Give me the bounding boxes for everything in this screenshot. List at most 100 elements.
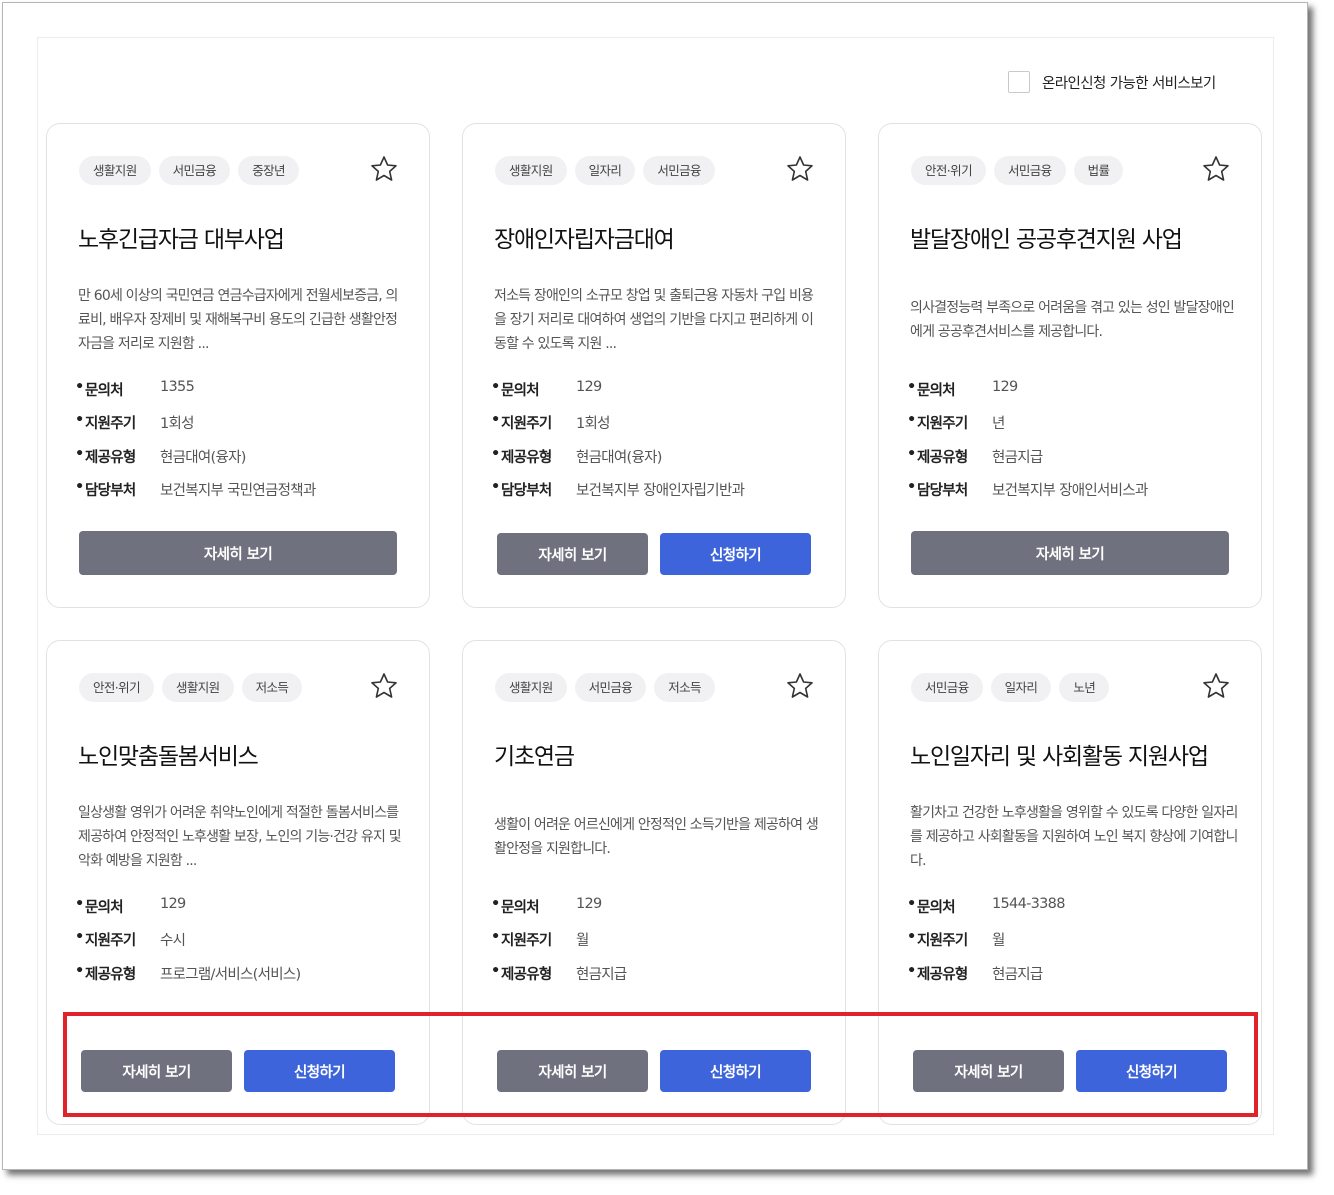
info-row-contact: • 문의처 1355	[75, 379, 195, 399]
service-description: 저소득 장애인의 소규모 창업 및 출퇴근용 자동차 구입 비용을 장기 저리로…	[494, 288, 814, 352]
service-title[interactable]: 노인맞춤돌봄서비스	[78, 737, 259, 771]
category-tag: 생활지원	[495, 673, 567, 702]
service-title[interactable]: 기초연금	[494, 737, 575, 771]
info-label: 제공유형	[501, 966, 552, 983]
online-only-label: 온라인신청 가능한 서비스보기	[1042, 75, 1216, 92]
category-tag: 중장년	[238, 156, 299, 185]
info-row-type: • 제공유형 현금대여(융자)	[491, 445, 662, 466]
info-label: 문의처	[917, 900, 956, 916]
info-row-contact: • 문의처 129	[907, 379, 1018, 399]
info-value: 보건복지부 장애인서비스과	[992, 482, 1148, 499]
info-row-cycle: • 지원주기 1회성	[75, 412, 195, 433]
info-label: 지원주기	[501, 416, 552, 433]
info-label: 지원주기	[917, 416, 968, 433]
info-value: 수시	[160, 933, 186, 950]
service-title[interactable]: 노인일자리 및 사회활동 지원사업	[910, 737, 1209, 771]
category-tag: 저소득	[241, 673, 303, 702]
detail-button[interactable]: 자세히 보기	[913, 1050, 1064, 1092]
apply-button[interactable]: 신청하기	[660, 1050, 811, 1092]
online-filter[interactable]: 온라인신청 가능한 서비스보기	[1008, 71, 1216, 93]
star-icon[interactable]	[1201, 671, 1231, 701]
service-description: 일상생활 영위가 어려운 취약노인에게 적절한 돌봄서비스를 제공하여 안정적인…	[78, 805, 402, 869]
service-title[interactable]: 노후긴급자금 대부사업	[78, 220, 285, 254]
info-row-contact: • 문의처 1544-3388	[907, 896, 1065, 916]
info-label: 제공유형	[85, 449, 136, 466]
category-tag: 서민금융	[993, 156, 1066, 185]
service-card: 생활지원 서민금융 중장년 노후긴급자금 대부사업 만 60세 이상의 국민연금 연…	[46, 123, 430, 608]
service-card: 서민금융 일자리 노년 노인일자리 및 사회활동 지원사업 활기차고 건강한 노후생…	[878, 640, 1262, 1125]
info-label: 문의처	[85, 900, 124, 916]
star-icon[interactable]	[785, 671, 815, 701]
info-label: 문의처	[501, 383, 540, 399]
category-tag: 법률	[1073, 156, 1124, 185]
category-tag: 저소득	[654, 673, 715, 702]
info-value: 보건복지부 국민연금정책과	[160, 482, 316, 499]
category-tag: 일자리	[990, 673, 1052, 702]
info-value: 현금지급	[992, 966, 1043, 983]
info-row-cycle: • 지원주기 월	[907, 929, 1005, 950]
tag-list: 생활지원 서민금융 저소득	[495, 673, 715, 702]
service-title[interactable]: 발달장애인 공공후견지원 사업	[910, 220, 1183, 254]
apply-button[interactable]: 신청하기	[1076, 1050, 1227, 1092]
category-tag: 생활지원	[495, 156, 567, 185]
info-label: 문의처	[501, 900, 540, 916]
info-row-cycle: • 지원주기 월	[491, 929, 589, 950]
info-label: 지원주기	[85, 416, 136, 433]
service-card: 안전·위기 서민금융 법률 발달장애인 공공후견지원 사업 의사결정능력 부족으로 …	[878, 123, 1262, 608]
info-value: 보건복지부 장애인자립기반과	[576, 482, 745, 499]
info-value: 프로그램/서비스(서비스)	[160, 966, 301, 983]
tag-list: 안전·위기 생활지원 저소득	[79, 673, 303, 702]
category-tag: 일자리	[574, 156, 636, 185]
info-row-dept: • 담당부처 보건복지부 장애인자립기반과	[491, 478, 745, 499]
info-list: • 문의처 129 • 지원주기 1회성 • 제공유형 현금대여(융자) • 담…	[491, 379, 831, 512]
info-label: 담당부처	[85, 482, 136, 499]
tag-list: 안전·위기 서민금융 법률	[911, 156, 1124, 185]
info-value: 1355	[160, 379, 195, 395]
info-row-type: • 제공유형 현금대여(융자)	[75, 445, 246, 466]
info-value: 현금대여(융자)	[160, 449, 246, 466]
info-value: 129	[160, 896, 186, 912]
service-description: 의사결정능력 부족으로 어려움을 겪고 있는 성인 발달장애인에게 공공후견서비…	[910, 300, 1235, 340]
category-tag: 생활지원	[79, 156, 151, 185]
service-title[interactable]: 장애인자립자금대여	[494, 220, 675, 254]
category-tag: 생활지원	[161, 673, 234, 702]
info-label: 제공유형	[917, 449, 968, 466]
detail-button[interactable]: 자세히 보기	[79, 531, 397, 575]
info-value: 129	[576, 379, 602, 395]
star-icon[interactable]	[1201, 154, 1231, 184]
detail-button[interactable]: 자세히 보기	[497, 533, 648, 575]
info-value: 현금지급	[576, 966, 627, 983]
info-value: 1회성	[576, 416, 611, 433]
info-row-dept: • 담당부처 보건복지부 국민연금정책과	[75, 478, 316, 499]
detail-button[interactable]: 자세히 보기	[81, 1050, 232, 1092]
clip-mask	[47, 998, 429, 1013]
category-tag: 안전·위기	[79, 673, 154, 702]
service-card: 생활지원 서민금융 저소득 기초연금 생활이 어려운 어르신에게 안정적인 소득기반…	[462, 640, 846, 1125]
info-value: 현금지급	[992, 449, 1043, 466]
info-value: 월	[992, 933, 1005, 950]
apply-button[interactable]: 신청하기	[244, 1050, 395, 1092]
service-card: 안전·위기 생활지원 저소득 노인맞춤돌봄서비스 일상생활 영위가 어려운 취약노인…	[46, 640, 430, 1125]
category-tag: 노년	[1059, 673, 1110, 702]
info-label: 지원주기	[85, 933, 136, 950]
info-label: 지원주기	[917, 933, 968, 950]
info-row-cycle: • 지원주기 수시	[75, 929, 186, 950]
star-icon[interactable]	[369, 671, 399, 701]
service-description: 활기차고 건강한 노후생활을 영위할 수 있도록 다양한 일자리를 제공하고 사…	[910, 805, 1238, 869]
info-row-type: • 제공유형 현금지급	[491, 962, 627, 983]
online-only-checkbox[interactable]	[1008, 71, 1030, 93]
detail-button[interactable]: 자세히 보기	[911, 531, 1229, 575]
star-icon[interactable]	[369, 154, 399, 184]
clip-mask	[463, 998, 845, 1013]
info-row-type: • 제공유형 현금지급	[907, 962, 1043, 983]
info-row-dept: • 담당부처 보건복지부 장애인서비스과	[907, 478, 1148, 499]
detail-button[interactable]: 자세히 보기	[497, 1050, 648, 1092]
apply-button[interactable]: 신청하기	[660, 533, 811, 575]
tag-list: 생활지원 일자리 서민금융	[495, 156, 715, 185]
clip-mask	[879, 998, 1261, 1013]
category-tag: 안전·위기	[911, 156, 986, 185]
info-value: 1회성	[160, 416, 195, 433]
star-icon[interactable]	[785, 154, 815, 184]
info-label: 제공유형	[917, 966, 968, 983]
info-value: 129	[992, 379, 1018, 395]
